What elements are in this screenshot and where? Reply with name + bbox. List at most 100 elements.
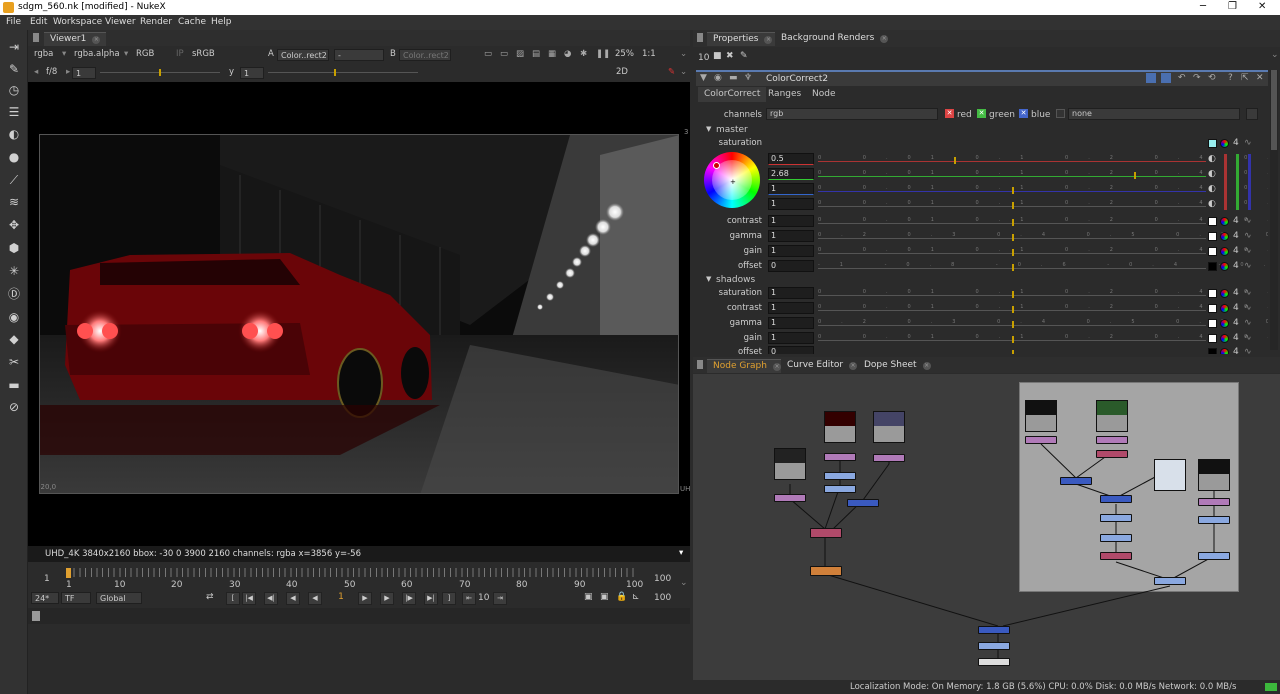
saturation-a-field[interactable]: 1 [768,198,814,210]
input-b-dropdown[interactable]: Color..rect2 [399,49,451,61]
color-swatch[interactable] [1208,262,1217,271]
gamma-slider[interactable]: 0.2 0.3 0.4 0.5 0.6 0.7 0.8 0.9 1 2 3 4 [818,231,1268,243]
color-swatch[interactable] [1208,334,1217,343]
pane-menu-icon[interactable] [697,360,703,369]
lock-icon[interactable]: ◐ [1208,184,1216,194]
animation-icon[interactable]: ∿ [1244,231,1252,241]
shadows-gamma-field[interactable]: 1 [768,317,814,329]
animation-icon[interactable]: ∿ [1244,303,1252,313]
gain-field[interactable]: 1 [768,245,814,257]
channel-count-button[interactable]: 4 [1233,347,1239,354]
menu-cache[interactable]: Cache [178,17,206,27]
read-node-thumbnail[interactable] [824,411,856,443]
contrast-field[interactable]: 1 [768,215,814,227]
offset-slider[interactable]: -1 -0.8 -0.6 -0.4 -0.2 -0.1 -0.01 0 0.01… [818,261,1268,273]
clip-icon[interactable]: ▤ [532,49,540,59]
transform-node[interactable] [1100,514,1132,522]
fstop-increase-icon[interactable]: ▸ [66,67,70,77]
lock-icon[interactable]: 🔒 [616,592,627,602]
gain-field[interactable]: 1 [72,67,96,79]
toolsets-icon[interactable]: ✂ [7,355,21,369]
pane-menu-icon[interactable] [33,33,39,42]
scrollbar-thumb[interactable] [1271,70,1277,150]
time-icon[interactable]: ◷ [7,83,21,97]
read-node-thumbnail[interactable] [1025,400,1057,432]
menu-edit[interactable]: Edit [30,17,47,27]
merge-node[interactable] [1100,495,1132,503]
end-frame-field[interactable]: 100 [654,593,671,603]
grade-node[interactable] [1096,436,1128,444]
menu-workspace[interactable]: Workspace [53,17,102,27]
lut-dropdown[interactable]: sRGB [192,49,215,59]
gain-slider-knob[interactable] [159,69,161,76]
node-color-icon[interactable]: ◉ [714,73,722,83]
transform-node[interactable] [824,485,856,493]
transform-node[interactable] [1198,516,1230,524]
animation-icon[interactable]: ∿ [1244,138,1252,148]
merge-node[interactable] [1096,450,1128,458]
prev-key-icon[interactable]: ◀| [264,592,278,605]
float-icon[interactable] [1146,73,1156,83]
fstop-decrease-icon[interactable]: ◂ [34,67,38,77]
tab-background-renders[interactable]: Background Renders × [775,32,895,46]
channel-count-button[interactable]: 4 [1233,231,1239,241]
channel-icon[interactable]: ☰ [7,105,21,119]
collapse-icon[interactable]: ▼ [700,73,707,83]
color-picker-icon[interactable] [1220,348,1229,354]
channel-count-button[interactable]: 4 [1233,261,1239,271]
transform-node[interactable] [1100,534,1132,542]
close-tab-icon[interactable]: × [772,363,781,371]
animation-icon[interactable]: ∿ [1244,246,1252,256]
paint-icon[interactable]: ✎ [7,62,21,76]
grade-node[interactable] [873,454,905,462]
step-back-icon[interactable]: ◀ [286,592,300,605]
gamma-slider[interactable] [268,72,418,73]
first-frame-icon[interactable]: |◀ [242,592,256,605]
channel-menu-button[interactable] [1246,108,1258,120]
node-help-icon[interactable]: ♆ [744,73,752,83]
viewer-icon[interactable]: ⇥ [7,40,21,54]
color-wheel-marker[interactable] [713,162,720,169]
merge-node[interactable] [978,626,1010,634]
color-picker-icon[interactable] [1220,247,1229,256]
shadows-gamma-slider[interactable]: 0.2 0.3 0.4 0.5 0.6 0.7 0.8 0.9 1 2 3 4 [818,318,1268,330]
channel-count-button[interactable]: 4 [1233,318,1239,328]
current-frame-field[interactable]: 1 [328,592,354,605]
lock-icon[interactable]: ◐ [1208,199,1216,209]
last-frame-icon[interactable]: ▶| [424,592,438,605]
next-key-icon[interactable]: |▶ [402,592,416,605]
capture-icon[interactable]: ▣ [600,592,609,602]
channel-count-button[interactable]: 4 [1233,138,1239,148]
read-node-thumbnail[interactable] [1198,459,1230,491]
color-swatch[interactable] [1208,139,1217,148]
minimize-button[interactable]: ─ [1200,1,1206,12]
channel-count-button[interactable]: 4 [1233,303,1239,313]
close-window-button[interactable]: ✕ [1258,1,1266,12]
pause-icon[interactable]: ❚❚ [596,49,610,59]
lock-icon[interactable]: ◐ [1208,154,1216,164]
shadows-saturation-slider[interactable]: 0 0.01 0.1 0.2 0.4 0.6 0.8 1 2 3 4 [818,288,1268,300]
green-checkbox[interactable]: ✕ [977,109,986,118]
gamma-field[interactable]: 1 [240,67,264,79]
saturation-g-field[interactable]: 2.68 [768,168,814,180]
read-node-thumbnail[interactable] [873,411,905,443]
shadows-gain-slider[interactable]: 0 0.01 0.1 0.2 0.4 0.6 0.8 1 2 3 4 [818,333,1268,345]
timeline-clip-icon[interactable]: ⊾ [632,592,640,602]
saturation-g-slider[interactable]: 0 0.01 0.1 0.2 0.4 0.6 0.8 1 2 3 4 [818,169,1268,181]
ip-button[interactable]: IP [176,49,184,59]
color-swatch[interactable] [1208,232,1217,241]
close-tab-icon[interactable]: × [849,362,858,370]
saturation-r-field[interactable]: 0.5 [768,153,814,165]
tf-dropdown[interactable]: TF [61,592,91,604]
metadata-icon[interactable]: ◆ [7,332,21,346]
merge-node[interactable] [810,528,842,538]
animation-icon[interactable]: ∿ [1244,347,1252,354]
menu-render[interactable]: Render [140,17,172,27]
other-icon[interactable]: ▬ [7,378,21,392]
sync-icon[interactable]: ⇄ [206,592,214,602]
shadows-contrast-field[interactable]: 1 [768,302,814,314]
saturation-a-slider[interactable]: 0 0.01 0.1 0.2 0.4 0.6 0.8 1 2 3 4 [818,199,1268,211]
clear-panels-icon[interactable]: ✖ [726,51,734,61]
out-point-button[interactable]: ] [442,592,456,605]
merge-icon[interactable]: ≋ [7,195,21,209]
